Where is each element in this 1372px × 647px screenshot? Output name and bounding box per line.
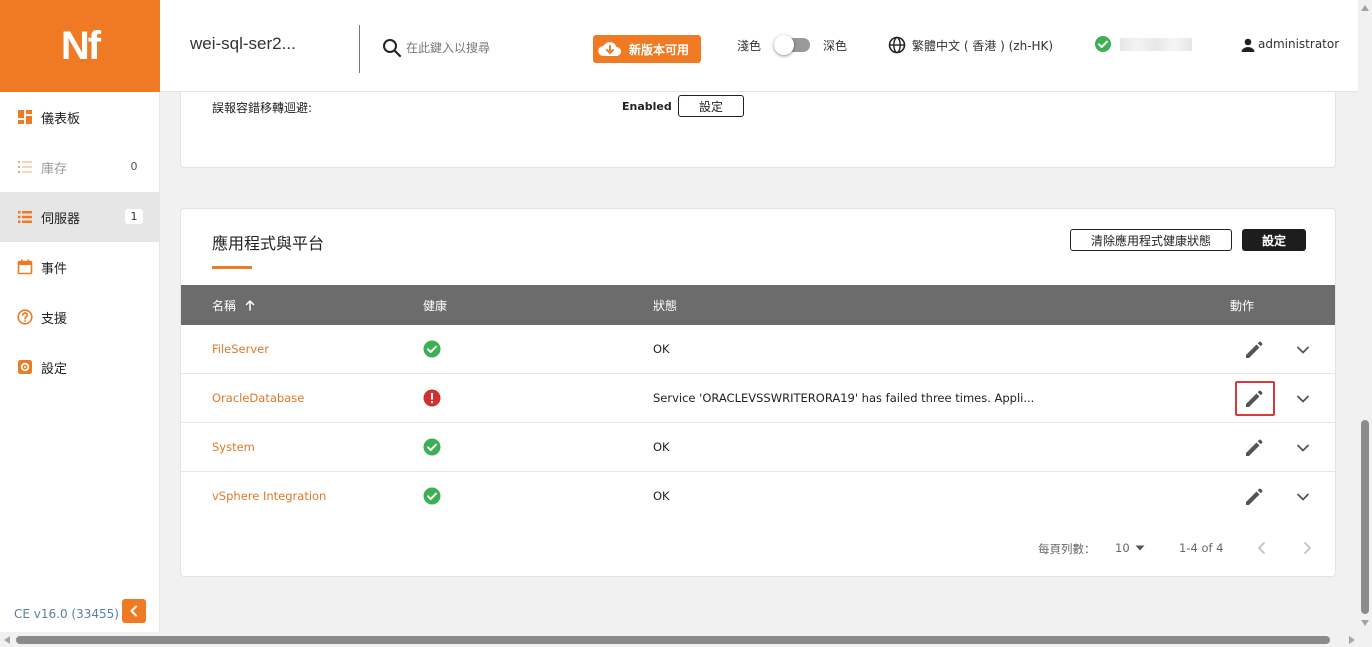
chevron-right-icon[interactable]: [1300, 541, 1314, 555]
app-logo[interactable]: Nf: [0, 0, 160, 92]
chevron-down-icon[interactable]: [1295, 440, 1311, 456]
app-state: Service 'ORACLEVSSWRITERORA19' has faile…: [653, 391, 1035, 405]
app-name-link[interactable]: OracleDatabase: [212, 391, 304, 405]
caret-down-icon: [1135, 545, 1145, 551]
horizontal-scrollbar[interactable]: [0, 632, 1372, 647]
chevron-left-icon: [130, 605, 137, 617]
check-circle-icon: [423, 487, 441, 505]
update-label: 新版本可用: [629, 42, 690, 57]
column-header-name[interactable]: 名稱: [212, 297, 256, 314]
pencil-icon[interactable]: [1243, 388, 1265, 410]
update-available-button[interactable]: 新版本可用: [593, 35, 701, 63]
sidebar-item-dashboard[interactable]: 儀表板: [0, 92, 159, 142]
version-label: CE v16.0 (33455): [14, 607, 119, 621]
theme-toggle-knob: [774, 35, 794, 55]
language-selector[interactable]: 繁體中文 ( 香港 ) (zh-HK): [912, 37, 1053, 54]
theme-toggle[interactable]: [774, 35, 810, 55]
globe-icon: [888, 36, 906, 54]
host-name[interactable]: wei-sql-ser2...: [190, 34, 296, 54]
app-state: OK: [653, 342, 670, 356]
chevron-down-icon[interactable]: [1295, 391, 1311, 407]
chevron-down-icon[interactable]: [1295, 489, 1311, 505]
scroll-down-arrow-icon[interactable]: [1361, 620, 1369, 626]
cloud-download-icon: [598, 42, 621, 56]
clear-health-button[interactable]: 清除應用程式健康狀態: [1070, 229, 1232, 251]
table-header: 名稱 健康 狀態 動作: [181, 285, 1335, 325]
false-failover-value: Enabled: [622, 100, 672, 113]
app-name-link[interactable]: FileServer: [212, 342, 269, 356]
vertical-scrollbar[interactable]: [1358, 0, 1372, 632]
section-title: 應用程式與平台: [212, 234, 325, 253]
list-icon: [18, 161, 32, 173]
pencil-icon[interactable]: [1243, 339, 1265, 361]
app-state: OK: [653, 440, 670, 454]
settings-icon: [18, 360, 32, 374]
help-icon: [17, 309, 33, 325]
user-menu[interactable]: administrator: [1258, 37, 1339, 51]
scroll-left-arrow-icon[interactable]: [4, 636, 10, 644]
sidebar-item-events[interactable]: 事件: [0, 242, 159, 292]
theme-light-label: 淺色: [737, 39, 762, 53]
server-icon: [18, 211, 32, 223]
rows-per-page-select[interactable]: 10: [1115, 541, 1145, 555]
sidebar-item-support[interactable]: 支援: [0, 292, 159, 342]
check-circle-icon: [423, 340, 441, 358]
arrow-up-icon: [245, 299, 255, 311]
app-name-link[interactable]: System: [212, 440, 255, 454]
rows-per-page-label: 每頁列數：: [1038, 542, 1096, 556]
sidebar: 儀表板 庫存 0 伺服器 1 事件 支援 設定 CE v16.0 (33455): [0, 92, 160, 632]
collapse-sidebar-button[interactable]: [122, 599, 146, 623]
sidebar-item-label: 儀表板: [41, 111, 81, 127]
top-header: wei-sql-ser2... 新版本可用 淺色 深色 繁體中文 ( 香港 ) …: [160, 0, 1372, 92]
horizontal-scroll-thumb[interactable]: [16, 636, 1330, 644]
sidebar-item-servers[interactable]: 伺服器 1: [0, 192, 159, 242]
column-header-health: 健康: [423, 299, 448, 313]
check-circle-icon: [423, 438, 441, 456]
search-icon: [383, 39, 402, 58]
column-header-state: 狀態: [653, 299, 678, 313]
servers-count-badge: 1: [125, 209, 143, 224]
table-row: System OK: [181, 423, 1335, 472]
applications-card: 應用程式與平台 清除應用程式健康狀態 設定 名稱 健康 狀態 動作 FileSe…: [180, 208, 1336, 577]
scroll-right-arrow-icon[interactable]: [1349, 636, 1355, 644]
failover-settings-card: 誤報容錯移轉迴避: Enabled 設定: [180, 92, 1336, 168]
table-row: OracleDatabase Service 'ORACLEVSSWRITERO…: [181, 374, 1335, 423]
sidebar-item-label: 支援: [41, 311, 68, 327]
false-failover-label: 誤報容錯移轉迴避:: [212, 101, 313, 115]
table-row: FileServer OK: [181, 325, 1335, 374]
theme-dark-label: 深色: [823, 39, 848, 53]
table-row: vSphere Integration OK: [181, 472, 1335, 521]
sidebar-item-inventory[interactable]: 庫存 0: [0, 142, 159, 192]
app-name-link[interactable]: vSphere Integration: [212, 489, 326, 503]
pencil-icon[interactable]: [1243, 486, 1265, 508]
sidebar-item-settings[interactable]: 設定: [0, 342, 159, 392]
column-header-actions: 動作: [1230, 299, 1255, 313]
chevron-down-icon[interactable]: [1295, 342, 1311, 358]
error-icon: [423, 389, 441, 407]
check-circle-icon: [1095, 36, 1111, 52]
dashboard-icon: [18, 110, 32, 124]
logo-text: Nf: [60, 23, 101, 68]
vertical-scroll-thumb[interactable]: [1361, 420, 1369, 614]
sidebar-item-label: 設定: [41, 361, 68, 377]
sidebar-item-label: 事件: [41, 261, 68, 277]
search-input[interactable]: [406, 36, 518, 60]
apps-settings-button[interactable]: 設定: [1242, 229, 1306, 251]
page-range: 1-4 of 4: [1179, 541, 1224, 555]
calendar-icon: [17, 259, 33, 275]
pencil-icon[interactable]: [1243, 437, 1265, 459]
sidebar-item-label: 伺服器: [41, 211, 81, 227]
scroll-up-arrow-icon[interactable]: [1361, 5, 1369, 11]
user-icon: [1241, 38, 1255, 52]
inventory-count-badge: 0: [130, 160, 138, 173]
failover-settings-button[interactable]: 設定: [678, 95, 744, 117]
app-state: OK: [653, 489, 670, 503]
status-text-redacted: [1120, 38, 1192, 51]
title-underline: [212, 266, 252, 269]
header-divider: [359, 25, 360, 73]
chevron-left-icon[interactable]: [1255, 541, 1269, 555]
sidebar-item-label: 庫存: [41, 161, 68, 177]
